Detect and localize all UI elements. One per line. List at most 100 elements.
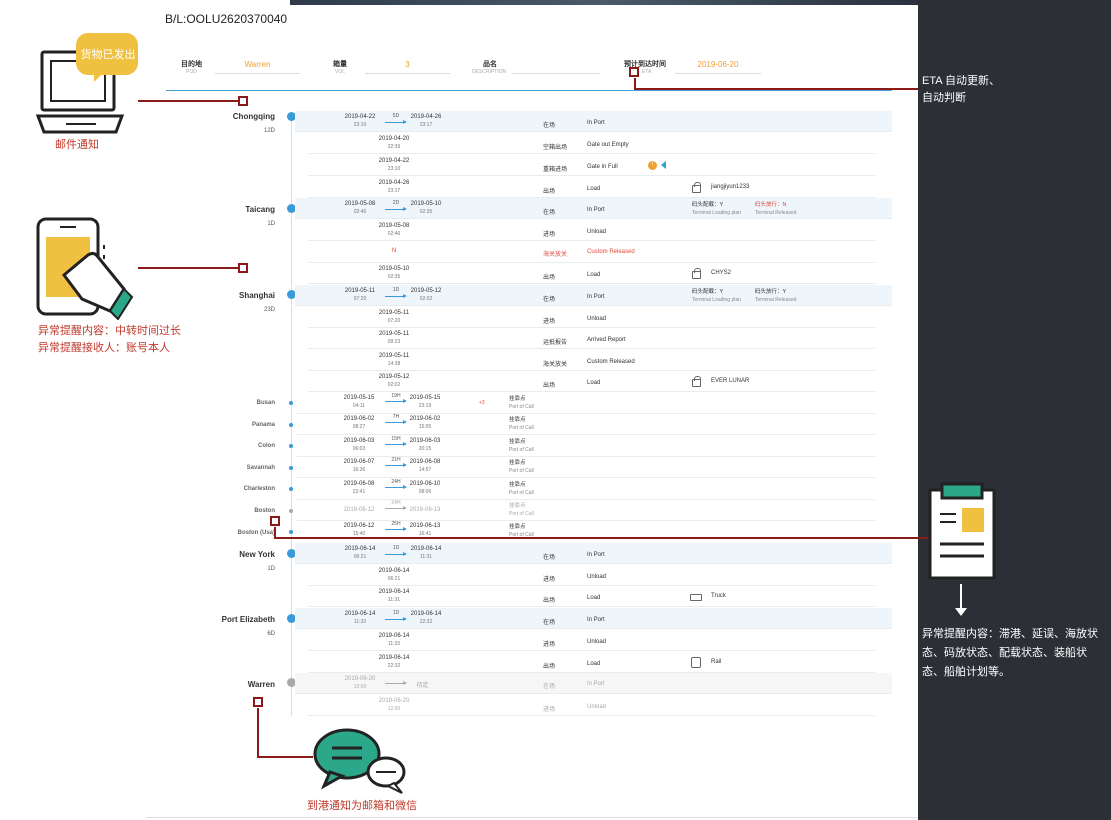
event-row[interactable]: 2019-06-14 11:33 1D 2019-06-14 22:32 在场 In…	[295, 608, 892, 629]
event-status-cn: 挂靠点	[509, 503, 526, 509]
connector-line	[257, 756, 313, 758]
event-date: 2019-06-14	[378, 568, 410, 574]
event-status-cn: 进场	[543, 642, 556, 648]
arrow-icon	[385, 420, 407, 424]
event-status-en: Unload	[587, 229, 607, 235]
card-bottom-border	[146, 817, 918, 818]
event-row[interactable]: 2019-06-07 16:36 21H 2019-06-08 14:57 挂靠点 P…	[297, 457, 875, 478]
eta-line-1: ETA 自动更新、	[922, 75, 1001, 87]
port-new-york: New York	[239, 550, 275, 559]
field-sub-pod: POD	[186, 69, 197, 75]
event-row[interactable]: 2019-04-22 23:10 重箱进场 Gate in Full !	[308, 155, 875, 176]
event-date-start: 2019-06-14	[344, 546, 376, 552]
event-row[interactable]: 2019-06-14 11:33 进场 Unload	[308, 630, 875, 651]
event-status-cn: 海关放关	[543, 252, 568, 258]
email-bubble-text: 货物已发出	[80, 49, 136, 61]
event-status-en: Load	[587, 380, 601, 386]
event-date: 2019-05-10	[378, 266, 410, 272]
event-row[interactable]: 2019-06-20 12:00 待定 在场 In Port	[295, 673, 892, 694]
event-row[interactable]: 2019-06-08 22:41 24H 2019-06-10 08:06 挂靠点 P…	[297, 479, 875, 500]
event-date: 2019-06-14	[378, 589, 410, 595]
field-value-eta[interactable]: 2019-06-20	[675, 60, 761, 74]
event-time-end: 23:17	[419, 122, 433, 128]
event-time: 06:21	[387, 576, 401, 582]
flag-icon[interactable]	[661, 161, 666, 169]
event-status-cn: 进场	[543, 707, 556, 713]
event-status-en: Custom Released	[587, 249, 635, 255]
event-status-cn: 进场	[543, 577, 556, 583]
event-row[interactable]: 2019-06-02 08:27 7H 2019-06-02 15:05 挂靠点 Po…	[297, 414, 875, 435]
event-time: 11:33	[387, 641, 401, 647]
event-date-end: 2019-04-26	[410, 114, 442, 120]
event-row[interactable]: 2019-06-03 06:03 15H 2019-06-03 20:15 挂靠点 P…	[297, 436, 875, 457]
event-time-end: 11:31	[419, 554, 433, 560]
arrow-icon	[385, 207, 407, 211]
event-status-cn: 在场	[543, 297, 556, 303]
event-row[interactable]: 2019-06-12 24H 2019-06-13 挂靠点 Port of Cal…	[297, 500, 875, 521]
port-days: 12D	[263, 128, 275, 134]
terminal-loading-en: Terminal Loading plan	[692, 297, 741, 303]
arrow-icon	[385, 506, 407, 510]
field-value-pod[interactable]: Warren	[215, 60, 300, 74]
event-row[interactable]: 2019-05-11 14:38 海关放关 Custom Released	[308, 350, 875, 371]
delay-badge: +3	[479, 400, 485, 406]
lock-icon	[692, 182, 701, 193]
event-status-cn: 在场	[543, 123, 556, 129]
event-time-start: 11:33	[353, 619, 367, 625]
email-notify-label: 邮件通知	[55, 139, 99, 151]
event-row[interactable]: 2019-05-11 09:23 运抵报告 Arrived Report	[308, 328, 875, 349]
field-value-vol[interactable]: 3	[365, 60, 450, 74]
event-row[interactable]: N 海关放关 Custom Released	[308, 242, 875, 263]
event-time-end: 23:19	[418, 403, 432, 409]
event-row[interactable]: 2019-06-14 11:31 出场 Load Truck	[308, 586, 875, 607]
event-duration: 1D	[392, 610, 400, 616]
field-label-vol: 箱量	[333, 61, 347, 68]
port-taicang: Taicang	[245, 205, 275, 214]
event-time-start: 08:27	[352, 424, 366, 430]
event-status-en: Port of Call	[509, 447, 534, 453]
event-date: N	[391, 248, 397, 254]
event-status-cn: 挂靠点	[509, 482, 526, 488]
event-row[interactable]: 2019-05-08 02:46 进场 Unload	[308, 220, 875, 241]
arrow-icon	[385, 463, 407, 467]
event-row[interactable]: 2019-05-10 02:35 出场 Load CHYS2	[308, 263, 875, 284]
event-row[interactable]: 2019-04-20 22:39 空箱出场 Gate out Empty	[308, 133, 875, 154]
event-row[interactable]: 2019-06-14 06:21 进场 Unload	[308, 565, 875, 586]
event-row[interactable]: 2019-06-20 12:00 进场 Unload	[308, 695, 875, 716]
field-value-desc[interactable]	[512, 60, 600, 74]
event-status-en: Unload	[587, 639, 607, 645]
event-row[interactable]: 2019-06-14 06:21 1D 2019-06-14 11:31 在场 In…	[295, 543, 892, 564]
event-date-start: 2019-06-20	[344, 676, 376, 682]
event-date: 2019-05-08	[378, 223, 410, 229]
event-row[interactable]: 2019-05-12 02:02 出场 Load EVER LUNAR	[308, 371, 875, 392]
event-row[interactable]: 2019-06-14 22:32 出场 Load Rail	[308, 652, 875, 673]
terminal-released-en: Terminal Released	[755, 297, 797, 303]
arrow-icon	[385, 617, 407, 621]
event-time-start: 06:03	[352, 446, 366, 452]
event-date: 2019-05-12	[378, 374, 410, 380]
connector-line	[138, 267, 239, 269]
event-date-end: 2019-05-12	[410, 288, 442, 294]
event-row[interactable]: 2019-05-11 07:20 进场 Unload	[308, 307, 875, 328]
event-row[interactable]: 2019-05-15 04:11 19H 2019-05-15 23:19 +3 挂…	[297, 393, 875, 414]
event-row[interactable]: 2019-04-22 23:10 5D 2019-04-26 23:17 在场 In…	[295, 111, 892, 132]
connector-line	[138, 100, 239, 102]
lock-icon	[692, 376, 701, 387]
event-status-en: In Port	[587, 120, 605, 126]
event-row[interactable]: 2019-05-08 02:46 2D 2019-05-10 02:35 在场 In…	[295, 198, 892, 219]
alert-icon[interactable]: !	[648, 161, 657, 170]
event-status-en: Port of Call	[509, 425, 534, 431]
event-status-cn: 进场	[543, 319, 556, 325]
annotation-marker	[253, 697, 263, 707]
port-panama: Panama	[251, 422, 275, 428]
arrival-notify-label: 到港通知为邮箱和微信	[307, 800, 417, 812]
event-status-en: Port of Call	[509, 490, 534, 496]
event-row[interactable]: 2019-04-26 23:17 出场 Load jiangjiyun1233	[308, 177, 875, 198]
event-status-cn: 进场	[543, 232, 556, 238]
timeline-dot	[289, 487, 293, 491]
event-time: 22:32	[387, 663, 401, 669]
annotation-marker	[238, 263, 248, 273]
event-date-end: 2019-06-14	[410, 546, 442, 552]
arrow-icon	[385, 120, 407, 124]
event-row[interactable]: 2019-05-11 07:20 1D 2019-05-12 02:02 在场 In…	[295, 285, 892, 306]
